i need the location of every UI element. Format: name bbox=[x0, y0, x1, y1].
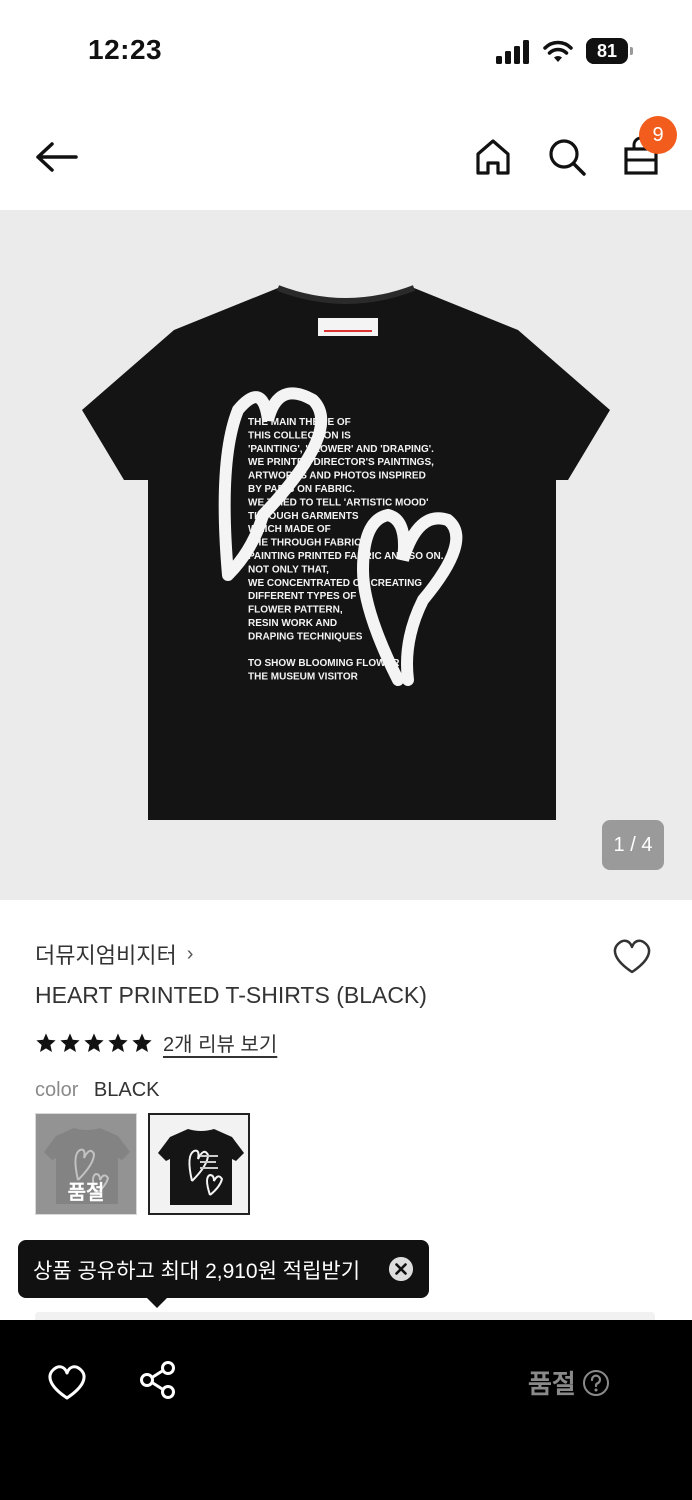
swatch-grey-variant[interactable]: 품절 bbox=[35, 1113, 137, 1215]
print-text-line: THE MUSEUM VISITOR bbox=[248, 672, 359, 683]
wifi-icon bbox=[543, 40, 573, 62]
help-icon[interactable] bbox=[582, 1369, 610, 1397]
brand-link[interactable]: 더뮤지엄비지터 › bbox=[35, 938, 193, 970]
star-icon bbox=[36, 1032, 56, 1052]
swatch-black-variant[interactable] bbox=[148, 1113, 250, 1215]
swatch-image bbox=[158, 1129, 244, 1205]
print-text-line: DIFFERENT TYPES OF bbox=[248, 591, 356, 602]
wishlist-heart-icon[interactable] bbox=[610, 936, 654, 976]
print-text-line: BY PARIS ON FABRIC. bbox=[248, 484, 355, 495]
tshirt-label bbox=[318, 318, 378, 336]
cart-count-badge: 9 bbox=[639, 116, 677, 154]
print-text-line: 'PAINTING', 'FLOWER' AND 'DRAPING'. bbox=[248, 444, 434, 455]
chevron-right-icon: › bbox=[186, 942, 194, 965]
print-text-line: WE TRIED TO TELL 'ARTISTIC MOOD' bbox=[248, 497, 429, 508]
print-text-line: PAINTING PRINTED FABRIC AND SO ON. bbox=[248, 551, 444, 562]
print-text-line: WHICH MADE OF bbox=[248, 524, 331, 535]
soldout-label: 품절 bbox=[67, 1182, 105, 1204]
share-icon[interactable] bbox=[138, 1360, 178, 1400]
star-rating bbox=[35, 1032, 153, 1054]
battery-level: 81 bbox=[596, 41, 618, 61]
soldout-button-label: 품절 bbox=[528, 1369, 576, 1399]
search-icon[interactable] bbox=[544, 134, 590, 180]
star-icon bbox=[132, 1032, 152, 1052]
bottom-action-bar: 품절 bbox=[0, 1320, 692, 1500]
star-icon bbox=[60, 1032, 80, 1052]
print-text-line: FLOWER PATTERN, bbox=[248, 605, 343, 616]
product-title: HEART PRINTED T-SHIRTS (BLACK) bbox=[35, 982, 427, 1008]
print-text-line: RESIN WORK AND bbox=[248, 618, 337, 629]
print-text-line: THIS COLLECTION IS bbox=[248, 430, 351, 441]
option-label: color bbox=[35, 1079, 79, 1101]
status-bar: 12:23 81 bbox=[0, 0, 692, 100]
print-text-line: TO SHOW BLOOMING FLOWER bbox=[248, 658, 400, 669]
star-icon bbox=[108, 1032, 128, 1052]
image-counter: 1 / 4 bbox=[602, 820, 664, 870]
battery-cap bbox=[630, 47, 633, 55]
option-value: BLACK bbox=[93, 1079, 160, 1101]
share-reward-tooltip: 상품 공유하고 최대 2,910원 적립받기 bbox=[18, 1240, 429, 1308]
close-icon[interactable] bbox=[389, 1257, 413, 1281]
product-image: THE MAIN THEME OF THIS COLLECTION IS 'PAIN… bbox=[82, 285, 610, 820]
product-image-gallery[interactable]: THE MAIN THEME OF THIS COLLECTION IS 'PAIN… bbox=[0, 210, 692, 900]
print-text-line: DRAPING TECHNIQUES bbox=[248, 631, 363, 642]
heart-icon[interactable] bbox=[46, 1362, 88, 1402]
brand-name: 더뮤지엄비지터 bbox=[35, 943, 177, 968]
battery-icon: 81 bbox=[586, 38, 634, 64]
tooltip-text: 상품 공유하고 최대 2,910원 적립받기 bbox=[33, 1260, 361, 1283]
print-text-line: THROUGH GARMENTS bbox=[248, 511, 359, 522]
star-icon bbox=[84, 1032, 104, 1052]
signal-icon bbox=[496, 40, 529, 64]
soldout-button[interactable]: 품절 bbox=[528, 1364, 610, 1401]
content-peek bbox=[35, 1312, 655, 1320]
home-icon[interactable] bbox=[470, 134, 516, 180]
review-link[interactable]: 2개 리뷰 보기 bbox=[163, 1028, 277, 1057]
print-text-line: NOT ONLY THAT, bbox=[248, 564, 329, 575]
tooltip-arrow bbox=[147, 1298, 167, 1308]
color-option: color BLACK bbox=[35, 1079, 160, 1102]
status-time: 12:23 bbox=[88, 34, 163, 65]
print-text-line: ARTWORKS AND PHOTOS INSPIRED bbox=[248, 471, 426, 482]
print-text-line: THE MAIN THEME OF bbox=[248, 417, 351, 428]
top-nav bbox=[0, 110, 692, 206]
print-text-line: WE PRINTED DIRECTOR'S PAINTINGS, bbox=[248, 457, 434, 468]
print-text-line: WE CONCENTRATED ON CREATING bbox=[248, 578, 422, 589]
print-text-line: THE THROUGH FABRIC, bbox=[248, 538, 364, 549]
back-arrow-icon[interactable] bbox=[30, 134, 82, 180]
rating-row: 2개 리뷰 보기 bbox=[35, 1028, 277, 1057]
